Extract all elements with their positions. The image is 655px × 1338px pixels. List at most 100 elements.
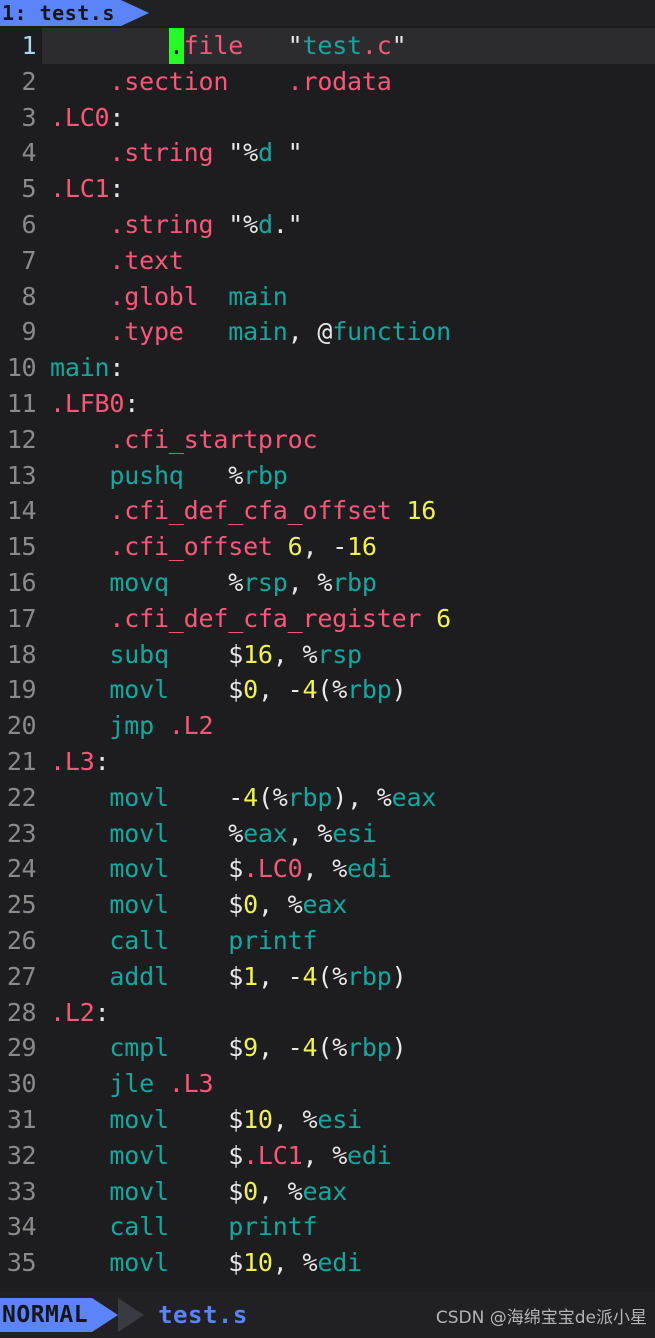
- code-buffer[interactable]: 1 .file "test.c" 2 .section .rodata 3 .LC0:…: [0, 26, 655, 1292]
- code-line[interactable]: 35 movl $10, %edi: [0, 1245, 655, 1281]
- code-token: movq: [109, 567, 169, 597]
- code-line[interactable]: 13 pushq %rbp: [0, 457, 655, 494]
- code-token: 6: [287, 532, 303, 562]
- code-token: main: [50, 353, 110, 383]
- code-token: eax: [302, 1176, 348, 1206]
- code-token: %: [272, 782, 288, 812]
- line-text: .L3:: [42, 744, 655, 780]
- line-number: 28: [0, 994, 42, 1031]
- line-number: 4: [0, 135, 42, 172]
- code-line[interactable]: 29 cmpl $9, -4(%rbp): [0, 1030, 655, 1067]
- code-line[interactable]: 8 .globl main: [0, 278, 655, 315]
- code-line[interactable]: 28 .L2:: [0, 994, 655, 1031]
- code-token: $: [228, 1033, 244, 1063]
- line-number: 20: [0, 708, 42, 744]
- code-line[interactable]: 17 .cfi_def_cfa_register 6: [0, 600, 655, 637]
- code-line[interactable]: 11 .LFB0:: [0, 385, 655, 422]
- code-token: edi: [347, 854, 392, 884]
- code-token: rbp: [243, 460, 288, 490]
- code-token: ): [391, 675, 407, 705]
- code-line[interactable]: 12 .cfi_startproc: [0, 421, 655, 458]
- code-line[interactable]: 10 main:: [0, 350, 655, 386]
- line-number: 22: [0, 779, 42, 816]
- code-line[interactable]: 9 .type main, @function: [0, 314, 655, 351]
- tab-test-s[interactable]: 1: test.s: [0, 0, 121, 26]
- code-token: %: [332, 675, 348, 705]
- code-line[interactable]: 19 movl $0, -4(%rbp): [0, 672, 655, 709]
- code-token: subq: [109, 639, 169, 669]
- cursor-block: .: [168, 28, 184, 64]
- code-line[interactable]: 21 .L3:: [0, 743, 655, 780]
- line-number: 32: [0, 1137, 42, 1174]
- code-line[interactable]: 20 jmp .L2: [0, 708, 655, 744]
- code-token: %: [317, 818, 333, 848]
- code-token: (: [257, 782, 273, 812]
- code-token: movl: [109, 1140, 169, 1170]
- code-line[interactable]: 18 subq $16, %rsp: [0, 636, 655, 673]
- code-token: -: [228, 782, 244, 812]
- line-text: jle .L3: [42, 1066, 655, 1102]
- code-token: 16: [347, 532, 377, 562]
- code-line[interactable]: 27 addl $1, -4(%rbp): [0, 958, 655, 995]
- line-number: 11: [0, 385, 42, 422]
- code-token: eax: [243, 818, 288, 848]
- code-line[interactable]: 14 .cfi_def_cfa_offset 16: [0, 493, 655, 530]
- code-token: $: [228, 1248, 244, 1278]
- code-token: %: [332, 1033, 348, 1063]
- code-token: :: [109, 353, 125, 383]
- code-line[interactable]: 26 call printf: [0, 922, 655, 959]
- line-text: movl $.LC0, %edi: [42, 851, 655, 887]
- code-token: ": [287, 31, 303, 60]
- code-line[interactable]: 5 .LC1:: [0, 171, 655, 207]
- line-number: 7: [0, 242, 42, 279]
- code-line[interactable]: 15 .cfi_offset 6, -16: [0, 529, 655, 565]
- code-line[interactable]: 32 movl $.LC1, %edi: [0, 1137, 655, 1174]
- code-line[interactable]: 30 jle .L3: [0, 1066, 655, 1102]
- line-text: .section .rodata: [42, 64, 655, 100]
- code-line[interactable]: 2 .section .rodata: [0, 63, 655, 100]
- code-line[interactable]: 22 movl -4(%rbp), %eax: [0, 779, 655, 816]
- code-line[interactable]: 1 .file "test.c": [0, 28, 655, 64]
- code-line[interactable]: 23 movl %eax, %esi: [0, 815, 655, 852]
- code-token: :: [94, 746, 110, 776]
- code-line[interactable]: 3 .LC0:: [0, 99, 655, 136]
- code-token: ,: [287, 818, 318, 848]
- code-line[interactable]: 24 movl $.LC0, %edi: [0, 851, 655, 888]
- code-line[interactable]: 34 call printf: [0, 1209, 655, 1246]
- code-token: movl: [109, 782, 169, 812]
- code-token: %: [302, 1104, 318, 1134]
- code-line[interactable]: 7 .text: [0, 242, 655, 279]
- code-token: .cfi_offset: [109, 532, 273, 562]
- code-line[interactable]: 4 .string "%d ": [0, 135, 655, 172]
- code-token: ": [228, 138, 244, 168]
- code-token: %: [228, 567, 244, 597]
- code-line[interactable]: 6 .string "%d.": [0, 206, 655, 243]
- code-token: 0: [243, 675, 258, 705]
- code-token: .LC1: [243, 1140, 303, 1170]
- code-token: $: [228, 639, 244, 669]
- status-mode-badge: NORMAL: [0, 1298, 93, 1332]
- code-token: %: [332, 854, 348, 884]
- code-line[interactable]: 31 movl $10, %esi: [0, 1101, 655, 1138]
- line-number: 35: [0, 1245, 42, 1281]
- code-line[interactable]: 16 movq %rsp, %rbp: [0, 564, 655, 601]
- line-text: jmp .L2: [42, 708, 655, 744]
- line-number: 29: [0, 1030, 42, 1067]
- line-text: .text: [42, 243, 655, 279]
- code-token: .globl: [109, 281, 199, 311]
- line-number: 24: [0, 851, 42, 888]
- line-text: .cfi_offset 6, -16: [42, 529, 655, 565]
- code-line[interactable]: 25 movl $0, %eax: [0, 887, 655, 923]
- code-line[interactable]: 33 movl $0, %eax: [0, 1173, 655, 1210]
